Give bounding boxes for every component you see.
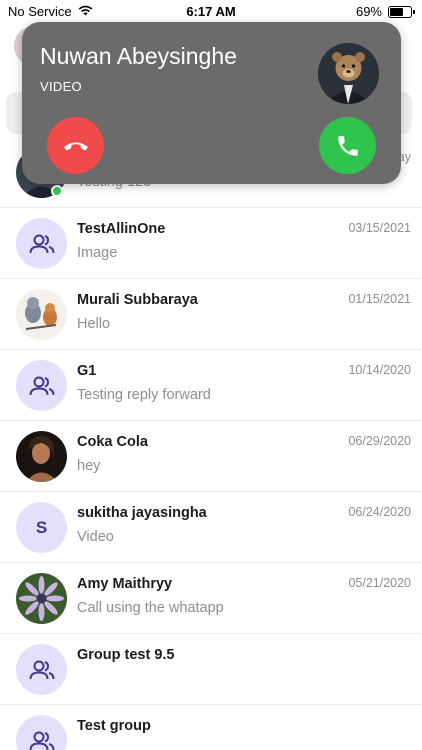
chat-date: 10/14/2020 (348, 363, 411, 377)
avatar (16, 431, 67, 482)
chat-row[interactable]: S sukitha jayasingha Video 06/24/2020 (0, 492, 422, 563)
group-icon (29, 376, 54, 395)
battery-icon (388, 5, 415, 18)
group-icon (29, 234, 54, 253)
chat-row[interactable]: Amy Maithryy Call using the whatapp 05/2… (0, 563, 422, 634)
chat-name: TestAllinOne (77, 221, 166, 237)
online-status-dot (51, 185, 63, 197)
incoming-call-banner[interactable]: Nuwan Abeysinghe VIDEO (22, 22, 401, 184)
chat-preview: Call using the whatapp (77, 600, 224, 616)
chat-row[interactable]: Coka Cola hey 06/29/2020 (0, 421, 422, 492)
decline-call-button[interactable] (47, 117, 104, 174)
group-icon (29, 660, 54, 679)
chat-name: Test group (77, 718, 151, 734)
accept-call-button[interactable] (319, 117, 376, 174)
chat-list: Testing 123 day TestAllinOne Image 03/15… (0, 137, 422, 750)
status-bar: No Service 6:17 AM 69% (0, 0, 422, 22)
avatar (16, 289, 67, 340)
letter-avatar: S (16, 502, 67, 553)
call-type-label: VIDEO (40, 79, 82, 94)
chat-date: 05/21/2020 (348, 576, 411, 590)
group-avatar (16, 644, 67, 695)
group-avatar (16, 715, 67, 750)
chat-date: 01/15/2021 (348, 292, 411, 306)
chat-row[interactable]: TestAllinOne Image 03/15/2021 (0, 208, 422, 279)
chat-preview: Image (77, 245, 118, 261)
chat-row[interactable]: G1 Testing reply forward 10/14/2020 (0, 350, 422, 421)
chat-preview: Hello (77, 316, 111, 332)
caller-avatar (318, 43, 379, 104)
avatar (16, 573, 67, 624)
chat-name: sukitha jayasingha (77, 505, 207, 521)
phone-hangup-icon (63, 142, 88, 150)
chat-preview: hey (77, 458, 101, 474)
group-avatar (16, 360, 67, 411)
chat-preview: Video (77, 529, 114, 545)
chat-row[interactable]: Test group (0, 705, 422, 750)
chat-date: 06/29/2020 (348, 434, 411, 448)
chat-name: Group test 9.5 (77, 647, 175, 663)
chat-name: Amy Maithryy (77, 576, 173, 592)
phone-icon (337, 135, 358, 156)
chat-date: 03/15/2021 (348, 221, 411, 235)
chat-row[interactable]: Murali Subbaraya Hello 01/15/2021 (0, 279, 422, 350)
chat-date: 06/24/2020 (348, 505, 411, 519)
group-avatar (16, 218, 67, 269)
chat-row[interactable]: Group test 9.5 (0, 634, 422, 705)
chat-name: Coka Cola (77, 434, 148, 450)
status-right: 69% (355, 4, 415, 19)
battery-percent: 69% (355, 4, 382, 19)
chat-name: G1 (77, 363, 97, 379)
group-icon (29, 731, 54, 750)
chat-preview: Testing reply forward (77, 387, 211, 403)
chat-name: Murali Subbaraya (77, 292, 198, 308)
caller-name: Nuwan Abeysinghe (40, 43, 237, 69)
